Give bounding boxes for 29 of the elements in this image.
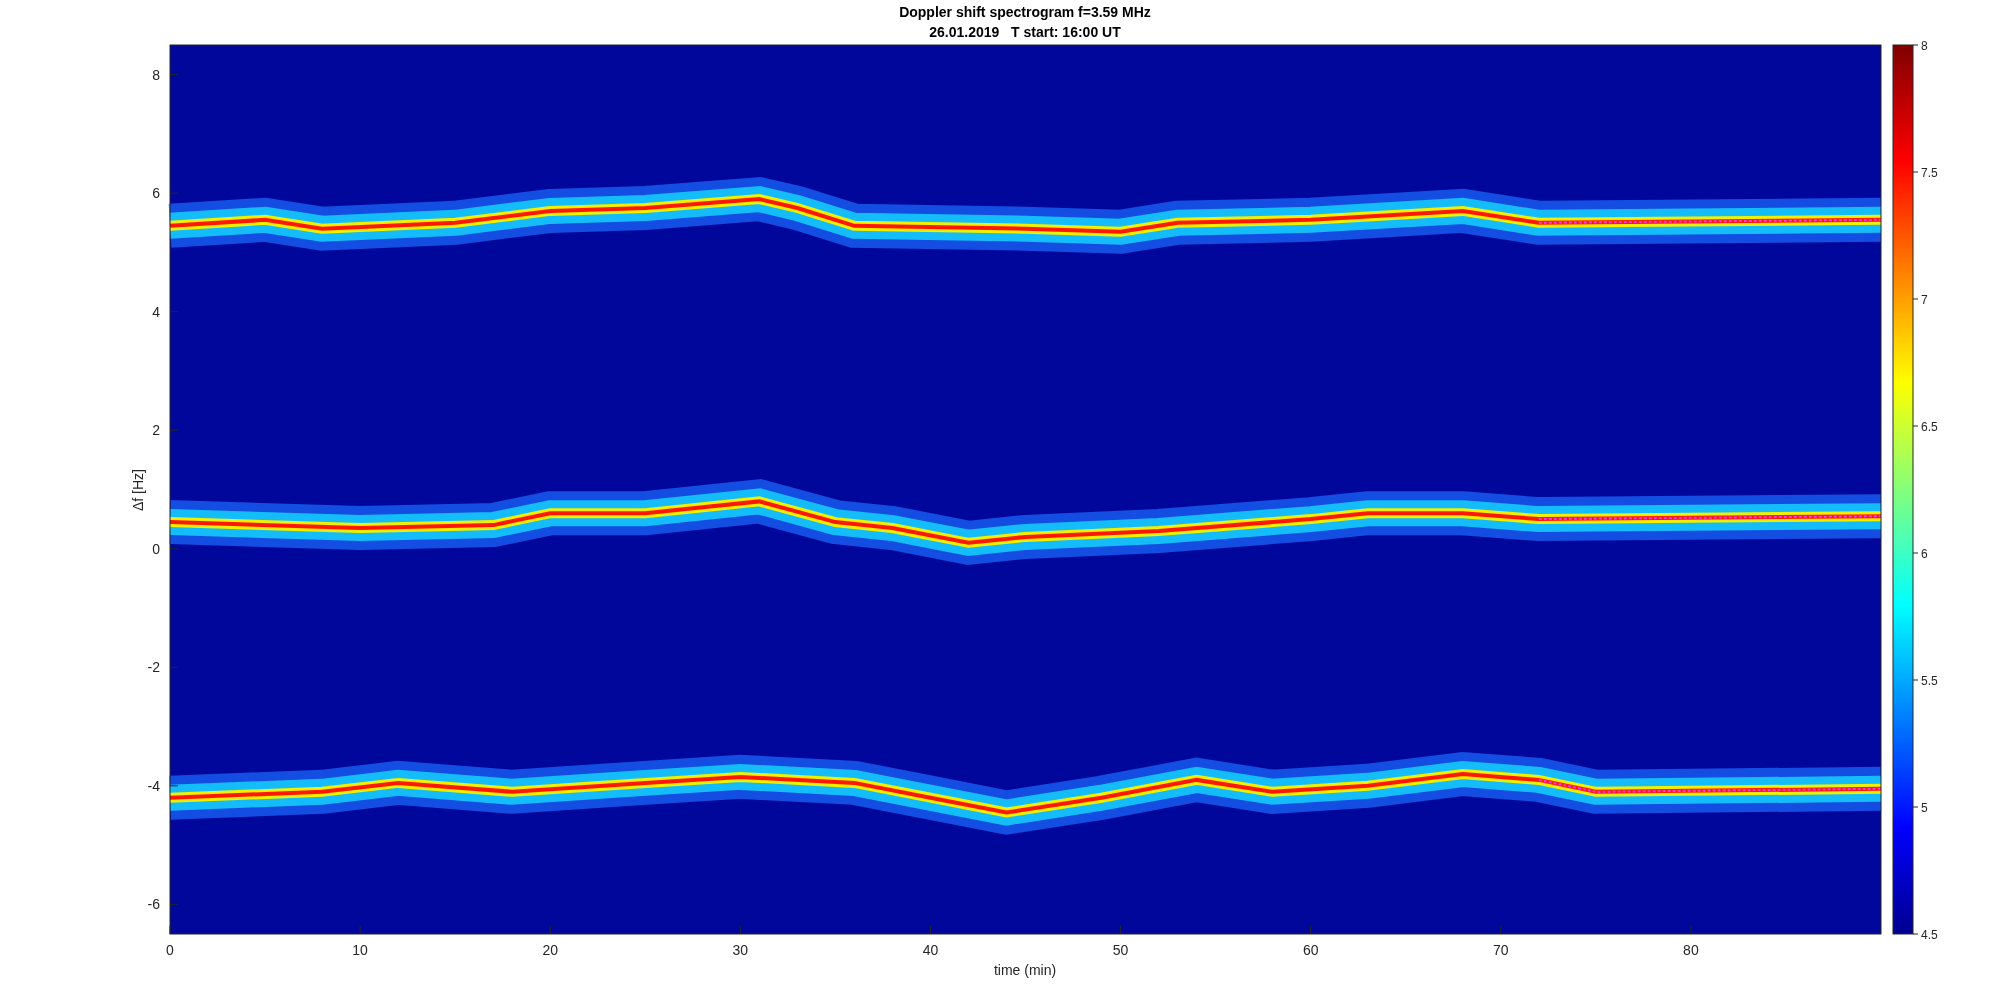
y-tick-label: -6 bbox=[147, 896, 160, 913]
y-tick-label: 4 bbox=[152, 303, 160, 320]
colorbar-tick-label: 7.5 bbox=[1921, 166, 1938, 180]
y-tick-label: -2 bbox=[147, 659, 160, 676]
x-tick-label: 40 bbox=[922, 942, 939, 958]
y-tick-label: -4 bbox=[147, 777, 160, 794]
y-tick-label: 2 bbox=[152, 422, 160, 439]
x-tick-label: 50 bbox=[1112, 942, 1129, 958]
x-axis-label: time (min) bbox=[993, 962, 1057, 978]
x-tick-label: 30 bbox=[732, 942, 749, 958]
x-tick-label: 70 bbox=[1493, 942, 1509, 958]
y-axis-label: Δf [Hz] bbox=[130, 469, 146, 511]
colorbar-tick-label: 7 bbox=[1921, 293, 1928, 307]
plot-subtitle: 26.01.2019 T start: 16:00 UT bbox=[929, 24, 1121, 40]
x-tick-label: 20 bbox=[542, 942, 558, 958]
colorbar-tick-label: 6 bbox=[1921, 547, 1928, 561]
colorbar-tick-label: 8 bbox=[1921, 39, 1928, 53]
colorbar-tick-label: 5 bbox=[1921, 801, 1928, 815]
y-tick-label: 0 bbox=[152, 540, 160, 557]
x-tick-label: 80 bbox=[1683, 942, 1699, 958]
plot-title: Doppler shift spectrogram f=3.59 MHz bbox=[899, 4, 1151, 20]
colorbar-tick-label: 4.5 bbox=[1921, 928, 1938, 942]
x-tick-label: 60 bbox=[1302, 942, 1319, 958]
colorbar-tick-label: 5.5 bbox=[1921, 674, 1938, 688]
x-tick-label: 0 bbox=[166, 942, 174, 958]
colorbar-tick-label: 6.5 bbox=[1921, 420, 1938, 434]
y-tick-label: 6 bbox=[152, 185, 160, 202]
x-tick-label: 10 bbox=[352, 942, 368, 958]
y-tick-label: 8 bbox=[152, 66, 160, 83]
